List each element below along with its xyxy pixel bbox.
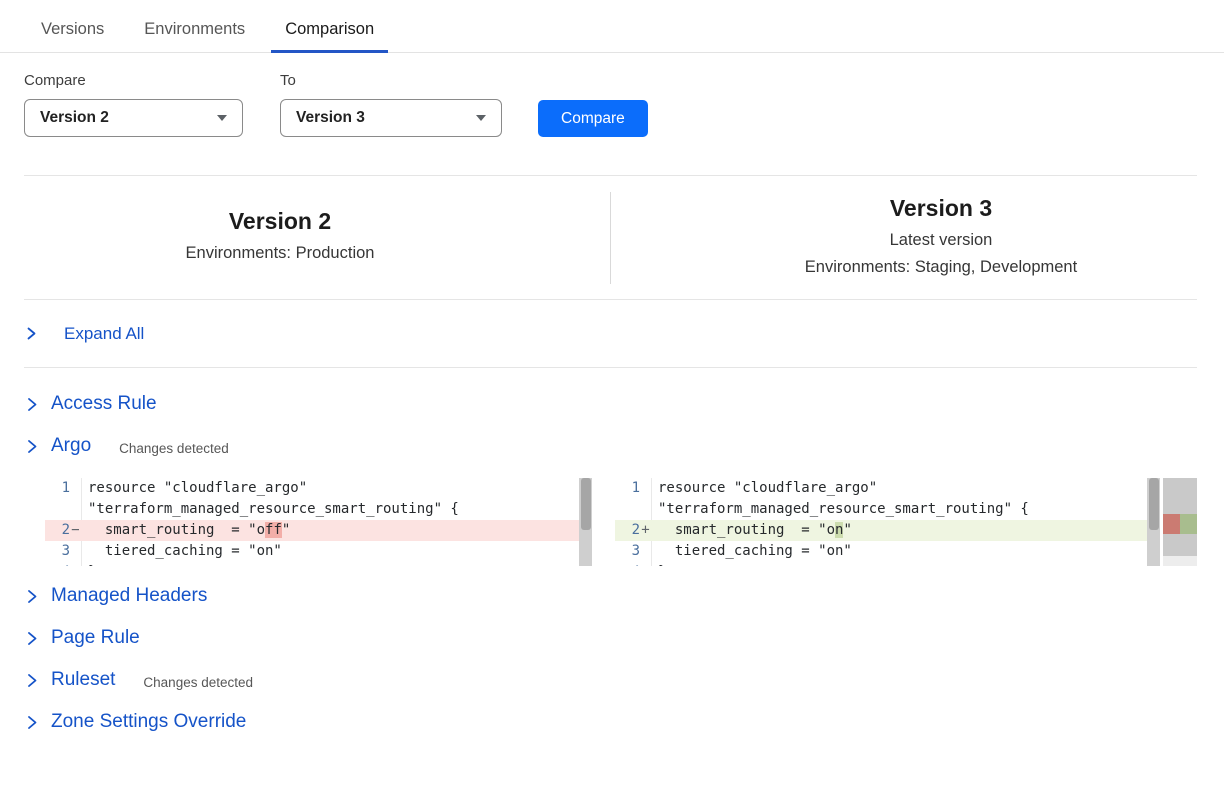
section-label: Managed Headers <box>51 585 207 607</box>
code-text: tiered_caching = "on" <box>81 541 579 562</box>
code-text: } <box>651 562 1147 566</box>
diff-line: 4 } <box>615 562 1147 566</box>
diff-code-right: 1 resource "cloudflare_argo" "terraform_… <box>615 478 1147 566</box>
line-number: 1 <box>45 478 70 520</box>
code-text: } <box>81 562 579 566</box>
section-label: Page Rule <box>51 627 140 649</box>
section-label: Access Rule <box>51 393 157 415</box>
diff-line: 3 tiered_caching = "on" <box>615 541 1147 562</box>
chevron-right-icon <box>26 327 37 340</box>
line-number: 3 <box>615 541 640 562</box>
to-field-label: To <box>280 72 502 89</box>
section-ruleset[interactable]: Ruleset Changes detected <box>24 668 1197 692</box>
tab-environments[interactable]: Environments <box>130 18 259 52</box>
chevron-right-icon <box>26 631 38 646</box>
line-number: 2 <box>45 520 70 541</box>
line-number: 3 <box>45 541 70 562</box>
scrollbar-thumb[interactable] <box>1149 478 1159 530</box>
ruler-added-marker <box>1180 514 1197 534</box>
ruler-changed-block <box>1163 514 1197 534</box>
to-version-select-value: Version 3 <box>296 109 365 127</box>
compare-version-select[interactable]: Version 2 <box>24 99 243 137</box>
to-field: To Version 3 <box>280 72 502 137</box>
chevron-down-icon <box>476 115 486 121</box>
tab-bar: Versions Environments Comparison <box>0 0 1224 53</box>
line-number: 1 <box>615 478 640 520</box>
chevron-right-icon <box>26 673 38 688</box>
diff-line: 3 tiered_caching = "on" <box>45 541 579 562</box>
version-headers: Version 2 Environments: Production Versi… <box>24 176 1197 300</box>
section-zone-settings-override[interactable]: Zone Settings Override <box>24 710 1197 734</box>
scrollbar-thumb[interactable] <box>581 478 591 530</box>
expand-all-button[interactable]: Expand All <box>24 300 1197 368</box>
chevron-down-icon <box>217 115 227 121</box>
chevron-right-icon <box>26 715 38 730</box>
left-version-environments: Environments: Production <box>24 240 536 267</box>
compare-field: Compare Version 2 <box>24 72 243 137</box>
diff-panel-left: 1 resource "cloudflare_argo" "terraform_… <box>45 478 592 566</box>
minus-sign: − <box>70 520 81 541</box>
diff-line-removed: 2− smart_routing = "off" <box>45 520 579 541</box>
diff-line-added: 2+ smart_routing = "on" <box>615 520 1147 541</box>
chevron-right-icon <box>26 439 38 454</box>
compare-field-label: Compare <box>24 72 243 89</box>
compare-version-select-value: Version 2 <box>40 109 109 127</box>
ruler-unchanged-block <box>1163 534 1197 556</box>
expand-all-label: Expand All <box>64 324 144 344</box>
code-text: tiered_caching = "on" <box>651 541 1147 562</box>
argo-diff-viewer: 1 resource "cloudflare_argo" "terraform_… <box>45 478 1197 566</box>
section-label: Ruleset <box>51 669 115 691</box>
vertical-divider <box>610 192 611 284</box>
section-argo[interactable]: Argo Changes detected <box>24 434 1197 458</box>
changes-detected-badge: Changes detected <box>119 437 229 456</box>
section-access-rule[interactable]: Access Rule <box>24 392 1197 416</box>
ruler-tail <box>1163 556 1197 566</box>
code-text: smart_routing = "on" <box>651 520 1147 541</box>
tab-versions[interactable]: Versions <box>27 18 118 52</box>
diff-panel-right: 1 resource "cloudflare_argo" "terraform_… <box>615 478 1160 566</box>
ruler-unchanged-block <box>1163 478 1197 514</box>
section-label: Argo <box>51 435 91 457</box>
compare-button[interactable]: Compare <box>538 100 648 137</box>
line-number: 4 <box>45 562 70 566</box>
to-version-select[interactable]: Version 3 <box>280 99 502 137</box>
version-header-left: Version 2 Environments: Production <box>24 208 536 267</box>
version-header-right: Version 3 Latest version Environments: S… <box>685 195 1197 281</box>
diff-line: 1 resource "cloudflare_argo" "terraform_… <box>615 478 1147 520</box>
diff-code-left: 1 resource "cloudflare_argo" "terraform_… <box>45 478 579 566</box>
right-version-title: Version 3 <box>685 195 1197 222</box>
chevron-right-icon <box>26 397 38 412</box>
right-version-environments: Environments: Staging, Development <box>685 254 1197 281</box>
diff-line: 1 resource "cloudflare_argo" "terraform_… <box>45 478 579 520</box>
compare-form: Compare Version 2 To Version 3 Compare <box>24 72 1197 137</box>
tab-comparison[interactable]: Comparison <box>271 18 388 53</box>
diff-line: 4 } <box>45 562 579 566</box>
vertical-scrollbar[interactable] <box>579 478 592 566</box>
code-text: resource "cloudflare_argo" "terraform_ma… <box>651 478 1147 520</box>
code-text: smart_routing = "off" <box>81 520 579 541</box>
removed-word-highlight: ff <box>265 522 282 538</box>
line-number: 4 <box>615 562 640 566</box>
plus-sign: + <box>640 520 651 541</box>
line-number: 2 <box>615 520 640 541</box>
diff-overview-ruler[interactable] <box>1163 478 1197 566</box>
code-text: resource "cloudflare_argo" "terraform_ma… <box>81 478 579 520</box>
section-managed-headers[interactable]: Managed Headers <box>24 584 1197 608</box>
chevron-right-icon <box>26 589 38 604</box>
section-page-rule[interactable]: Page Rule <box>24 626 1197 650</box>
changes-detected-badge: Changes detected <box>143 671 253 690</box>
vertical-scrollbar[interactable] <box>1147 478 1160 566</box>
ruler-removed-marker <box>1163 514 1180 534</box>
section-label: Zone Settings Override <box>51 711 246 733</box>
left-version-title: Version 2 <box>24 208 536 235</box>
right-version-subtitle: Latest version <box>685 227 1197 254</box>
